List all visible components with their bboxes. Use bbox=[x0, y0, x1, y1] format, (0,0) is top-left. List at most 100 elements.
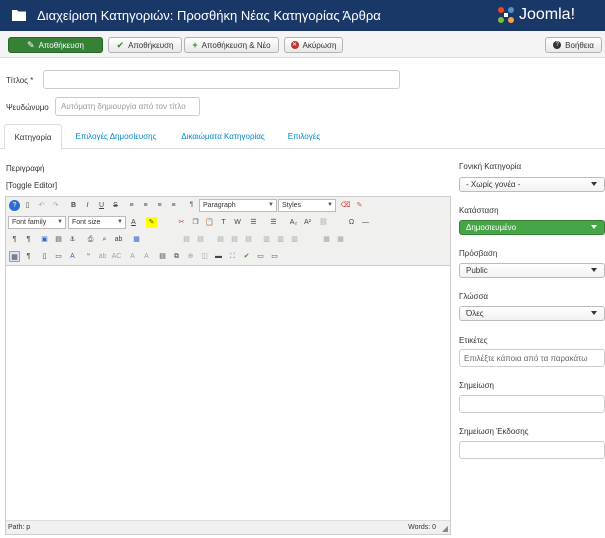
search-icon[interactable]: ⌕ bbox=[99, 234, 110, 245]
horizontal-rule-icon[interactable]: — bbox=[360, 217, 371, 228]
tab-category[interactable]: Κατηγορία bbox=[4, 124, 62, 150]
highlight-color-icon[interactable]: ✎ bbox=[146, 217, 157, 228]
bold-icon[interactable]: B bbox=[68, 200, 79, 211]
page-break-icon[interactable]: ▭ bbox=[53, 251, 64, 262]
align-center-icon[interactable]: ≡ bbox=[140, 200, 151, 211]
italic-icon[interactable]: I bbox=[82, 200, 93, 211]
styles-select[interactable]: Styles ▼ bbox=[278, 199, 336, 212]
note-input[interactable] bbox=[459, 395, 605, 413]
ins-icon[interactable]: A bbox=[141, 251, 152, 262]
delete-row-icon[interactable]: ▤ bbox=[243, 234, 254, 245]
toggle-editor-link[interactable]: [Toggle Editor] bbox=[6, 181, 57, 190]
undo-icon[interactable]: ↶ bbox=[36, 200, 47, 211]
word-count: Words: 0 bbox=[408, 524, 436, 531]
alias-input[interactable]: Αυτόματη δημιουργία από τον τίτλο bbox=[55, 97, 200, 116]
paste-icon[interactable]: 📋 bbox=[204, 217, 215, 228]
link-icon[interactable]: ⛓ bbox=[318, 217, 329, 228]
preview-icon[interactable]: ▭ bbox=[255, 251, 266, 262]
spellcheck-icon[interactable]: ✔ bbox=[241, 251, 252, 262]
tab-category-permissions[interactable]: Δικαιώματα Κατηγορίας bbox=[172, 124, 274, 149]
insert-col-after-icon[interactable]: ▥ bbox=[275, 234, 286, 245]
anchor-icon[interactable]: ⚓ bbox=[67, 234, 78, 245]
access-select[interactable]: Public bbox=[459, 263, 605, 278]
table-row-props-icon[interactable]: ▤ bbox=[181, 234, 192, 245]
cut-icon[interactable]: ✂ bbox=[176, 217, 187, 228]
joomla-logo-icon bbox=[498, 7, 514, 23]
version-note-input[interactable] bbox=[459, 441, 605, 459]
numbered-list-icon[interactable]: ☰ bbox=[268, 217, 279, 228]
bullet-list-icon[interactable]: ☰ bbox=[248, 217, 259, 228]
media-icon[interactable]: ▤ bbox=[53, 234, 64, 245]
cleanup-icon[interactable]: ✎ bbox=[354, 200, 365, 211]
insert-row-after-icon[interactable]: ▤ bbox=[229, 234, 240, 245]
acronym-icon[interactable]: AC bbox=[111, 251, 122, 262]
non-breaking-icon[interactable]: ▬ bbox=[213, 251, 224, 262]
paste-word-icon[interactable]: W bbox=[232, 217, 243, 228]
delete-col-icon[interactable]: ▥ bbox=[289, 234, 300, 245]
abbr-icon[interactable]: ab bbox=[97, 251, 108, 262]
merge-cells-icon[interactable]: ▦ bbox=[335, 234, 346, 245]
copy-icon[interactable]: ❐ bbox=[190, 217, 201, 228]
cancel-button[interactable]: ✕ Ακύρωση bbox=[284, 37, 343, 53]
rtl-icon[interactable]: ¶ bbox=[23, 234, 34, 245]
code-icon[interactable]: ▭ bbox=[269, 251, 280, 262]
move-forward-icon[interactable]: ◫ bbox=[199, 251, 210, 262]
text-color-icon[interactable]: A bbox=[128, 217, 139, 228]
underline-icon[interactable]: U bbox=[96, 200, 107, 211]
admin-header: Διαχείριση Κατηγοριών: Προσθήκη Νέας Κατ… bbox=[0, 0, 605, 31]
styles-select-value: Styles bbox=[282, 202, 302, 209]
help-button[interactable]: ? Βοήθεια bbox=[545, 37, 602, 53]
special-character-icon[interactable]: Ω bbox=[346, 217, 357, 228]
align-left-icon[interactable]: ≡ bbox=[126, 200, 137, 211]
form-tabs: Κατηγορία Επιλογές Δημοσίευσης Δικαιώματ… bbox=[0, 124, 605, 150]
paste-text-icon[interactable]: T bbox=[218, 217, 229, 228]
table-cell-props-icon[interactable]: ▤ bbox=[195, 234, 206, 245]
language-label: Γλώσσα bbox=[459, 292, 489, 301]
strikethrough-icon[interactable]: S bbox=[110, 200, 121, 211]
insert-row-before-icon[interactable]: ▤ bbox=[215, 234, 226, 245]
clear-formatting-icon[interactable]: ⌫ bbox=[340, 200, 351, 211]
tags-input[interactable]: Επιλέξτε κάποια από τα παρακάτω bbox=[459, 349, 605, 367]
visual-aid-icon[interactable]: ▦ bbox=[9, 251, 20, 262]
insert-col-before-icon[interactable]: ▥ bbox=[261, 234, 272, 245]
chevron-down-icon bbox=[591, 311, 597, 315]
tab-publishing-options[interactable]: Επιλογές Δημοσίευσης bbox=[66, 124, 166, 149]
replace-icon[interactable]: ab bbox=[113, 234, 124, 245]
fullscreen-icon[interactable]: ⛶ bbox=[227, 251, 238, 262]
save-button[interactable]: ✎ Αποθήκευση bbox=[8, 37, 103, 53]
language-select[interactable]: Όλες bbox=[459, 306, 605, 321]
chevron-down-icon: ▼ bbox=[117, 219, 123, 225]
styles-props-icon[interactable]: A bbox=[67, 251, 78, 262]
joomla-logo[interactable]: Joomla! bbox=[496, 4, 575, 26]
attributes-icon[interactable]: ▤ bbox=[157, 251, 168, 262]
insert-layer-icon[interactable]: ⧉ bbox=[171, 251, 182, 262]
parent-category-select[interactable]: - Χωρίς γονέα - bbox=[459, 177, 605, 192]
save-new-button[interactable]: + Αποθήκευση & Νέο bbox=[184, 37, 279, 53]
save-close-button[interactable]: ✔ Αποθήκευση bbox=[108, 37, 182, 53]
table-icon[interactable]: ▦ bbox=[131, 234, 142, 245]
del-icon[interactable]: A bbox=[127, 251, 138, 262]
print-icon[interactable]: ⎙ bbox=[85, 234, 96, 245]
new-document-icon[interactable]: ▯ bbox=[22, 200, 33, 211]
split-cells-icon[interactable]: ▦ bbox=[321, 234, 332, 245]
font-family-select[interactable]: Font family ▼ bbox=[8, 216, 66, 229]
tab-options[interactable]: Επιλογές bbox=[280, 124, 328, 149]
show-blocks-icon[interactable]: ¶ bbox=[23, 251, 34, 262]
align-right-icon[interactable]: ≡ bbox=[154, 200, 165, 211]
font-size-select[interactable]: Font size ▼ bbox=[68, 216, 126, 229]
superscript-icon[interactable]: A² bbox=[302, 217, 313, 228]
ltr-icon[interactable]: ¶ bbox=[9, 234, 20, 245]
title-input[interactable] bbox=[43, 70, 400, 89]
image-icon[interactable]: ▣ bbox=[39, 234, 50, 245]
template-icon[interactable]: ▯ bbox=[39, 251, 50, 262]
format-select[interactable]: Paragraph ▼ bbox=[199, 199, 277, 212]
format-paragraph-icon: ¶ bbox=[189, 202, 194, 208]
resize-grip-icon[interactable]: ◢ bbox=[442, 524, 448, 533]
status-select[interactable]: Δημοσιευμένο bbox=[459, 220, 605, 235]
cite-icon[interactable]: ❝ bbox=[83, 251, 94, 262]
redo-icon[interactable]: ↷ bbox=[50, 200, 61, 211]
absolute-icon[interactable]: ⊕ bbox=[185, 251, 196, 262]
editor-help-icon[interactable]: ? bbox=[9, 200, 20, 211]
align-justify-icon[interactable]: ≡ bbox=[168, 200, 179, 211]
subscript-icon[interactable]: A₂ bbox=[288, 217, 299, 228]
